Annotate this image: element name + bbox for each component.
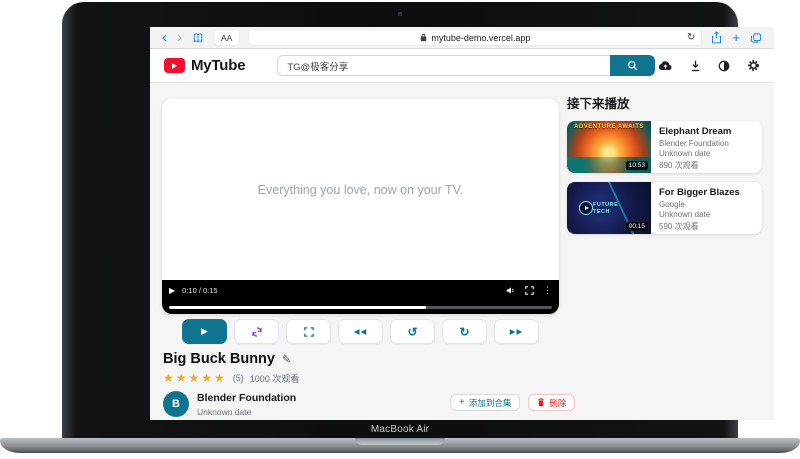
skip-back-button[interactable]: ↺: [390, 319, 435, 344]
video-player-card: Everything you love, now on your TV. ▶ 0…: [162, 99, 559, 314]
trash-icon: [537, 398, 545, 407]
webcam-dot: [398, 12, 402, 16]
video-thumbnail: FUTURE TECH 00:15: [567, 182, 651, 234]
mytube-logo-icon[interactable]: [164, 58, 185, 73]
video-overlay-text: Everything you love, now on your TV.: [258, 183, 464, 197]
back-button[interactable]: ‹: [162, 30, 167, 45]
search-bar: [277, 55, 655, 76]
view-count: 1000 次观看: [250, 372, 300, 385]
channel-row: B Blender Foundation Unknown date: [163, 391, 296, 417]
download-icon[interactable]: [690, 60, 701, 72]
address-bar[interactable]: mytube-demo.vercel.app ↻: [249, 30, 701, 45]
rewind-button[interactable]: ◀◀: [338, 319, 383, 344]
plus-icon: +: [459, 397, 465, 408]
up-next-title: Elephant Dream: [659, 126, 731, 137]
header-actions: [658, 59, 760, 72]
brand-name[interactable]: MyTube: [191, 57, 245, 74]
laptop-screen-bezel: ‹ › AA mytube-demo.vercel.app ↻ +: [62, 2, 738, 438]
playback-controls: ▶ ◀◀ ↺ ↻ ▶▶: [162, 319, 559, 344]
duration-badge: 00:15: [626, 222, 648, 231]
thumbnail-caption: FUTURE TECH: [593, 202, 633, 216]
up-next-views: 590 次观看: [659, 221, 740, 232]
reader-mode-button[interactable]: AA: [214, 30, 239, 45]
loop-button[interactable]: [234, 319, 279, 344]
new-tab-button[interactable]: +: [732, 31, 740, 44]
thumbnail-caption: ADVENTURE AWAITS: [567, 124, 651, 130]
player-time: 0:10 / 0:15: [182, 286, 217, 295]
site-header: MyTube: [150, 49, 774, 83]
macbook-mockup: ‹ › AA mytube-demo.vercel.app ↻ +: [0, 0, 800, 459]
video-thumbnail: ADVENTURE AWAITS 10:53: [567, 121, 651, 173]
thumbnail-play-icon: [579, 201, 593, 215]
url-text: mytube-demo.vercel.app: [431, 33, 530, 43]
up-next-card-for-bigger-blazes[interactable]: FUTURE TECH 00:15 For Bigger Blazes Goog…: [567, 182, 762, 234]
up-next-card-elephant-dream[interactable]: ADVENTURE AWAITS 10:53 Elephant Dream Bl…: [567, 121, 762, 173]
edit-title-icon[interactable]: ✎: [282, 353, 291, 366]
channel-name[interactable]: Blender Foundation: [197, 392, 296, 404]
rating-row: ★★★★★ (5) 1000 次观看: [163, 371, 299, 385]
fullscreen-button[interactable]: [286, 319, 331, 344]
macbook-air-label: MacBook Air: [62, 424, 738, 435]
page-body: Everything you love, now on your TV. ▶ 0…: [150, 83, 774, 420]
play-button[interactable]: ▶: [182, 319, 227, 344]
rating-count: (5): [233, 373, 244, 383]
share-icon[interactable]: [711, 31, 722, 44]
browser-toolbar: ‹ › AA mytube-demo.vercel.app ↻ +: [150, 27, 774, 49]
tabs-icon[interactable]: [750, 32, 762, 44]
upload-date: Unknown date: [197, 407, 296, 417]
laptop-base: [0, 438, 800, 453]
up-next-channel: Google: [659, 200, 740, 209]
up-next-date: Unknown date: [659, 149, 731, 158]
video-actions: + 添加到合集 删除: [450, 394, 575, 411]
lock-icon: [420, 33, 427, 42]
delete-button[interactable]: 删除: [528, 394, 575, 411]
star-rating[interactable]: ★★★★★: [163, 371, 227, 385]
player-control-bar: ▶ 0:10 / 0:15 ⋮: [162, 280, 559, 314]
player-fullscreen-icon[interactable]: [525, 286, 534, 295]
player-play-icon[interactable]: ▶: [169, 286, 175, 295]
up-next-channel: Blender Foundation: [659, 139, 731, 148]
video-title: Big Buck Bunny: [163, 351, 275, 367]
video-title-row: Big Buck Bunny ✎: [163, 351, 291, 367]
search-button[interactable]: [610, 55, 655, 76]
settings-gear-icon[interactable]: [747, 59, 760, 72]
video-surface[interactable]: Everything you love, now on your TV.: [162, 99, 559, 280]
search-input[interactable]: [277, 55, 610, 76]
screen-content: ‹ › AA mytube-demo.vercel.app ↻ +: [150, 27, 774, 420]
channel-avatar[interactable]: B: [163, 391, 189, 417]
forward-button[interactable]: ›: [177, 30, 182, 45]
cloud-upload-icon[interactable]: [658, 60, 673, 71]
skip-forward-button[interactable]: ↻: [442, 319, 487, 344]
reload-icon[interactable]: ↻: [687, 32, 695, 43]
up-next-title: For Bigger Blazes: [659, 187, 740, 198]
theme-toggle-icon[interactable]: [718, 60, 730, 72]
up-next-sidebar: 接下来播放 ADVENTURE AWAITS 10:53 Elephant Dr…: [567, 93, 762, 243]
up-next-date: Unknown date: [659, 210, 740, 219]
fast-forward-button[interactable]: ▶▶: [494, 319, 539, 344]
add-to-collection-button[interactable]: + 添加到合集: [450, 394, 520, 411]
up-next-views: 890 次观看: [659, 160, 731, 171]
up-next-heading: 接下来播放: [567, 93, 762, 112]
player-menu-icon[interactable]: ⋮: [543, 285, 552, 296]
progress-bar[interactable]: [169, 306, 552, 309]
bookmarks-icon[interactable]: [192, 32, 204, 44]
laptop-base-notch: [355, 438, 445, 445]
volume-icon[interactable]: [506, 286, 516, 295]
duration-badge: 10:53: [626, 161, 648, 170]
progress-fill: [169, 306, 426, 309]
